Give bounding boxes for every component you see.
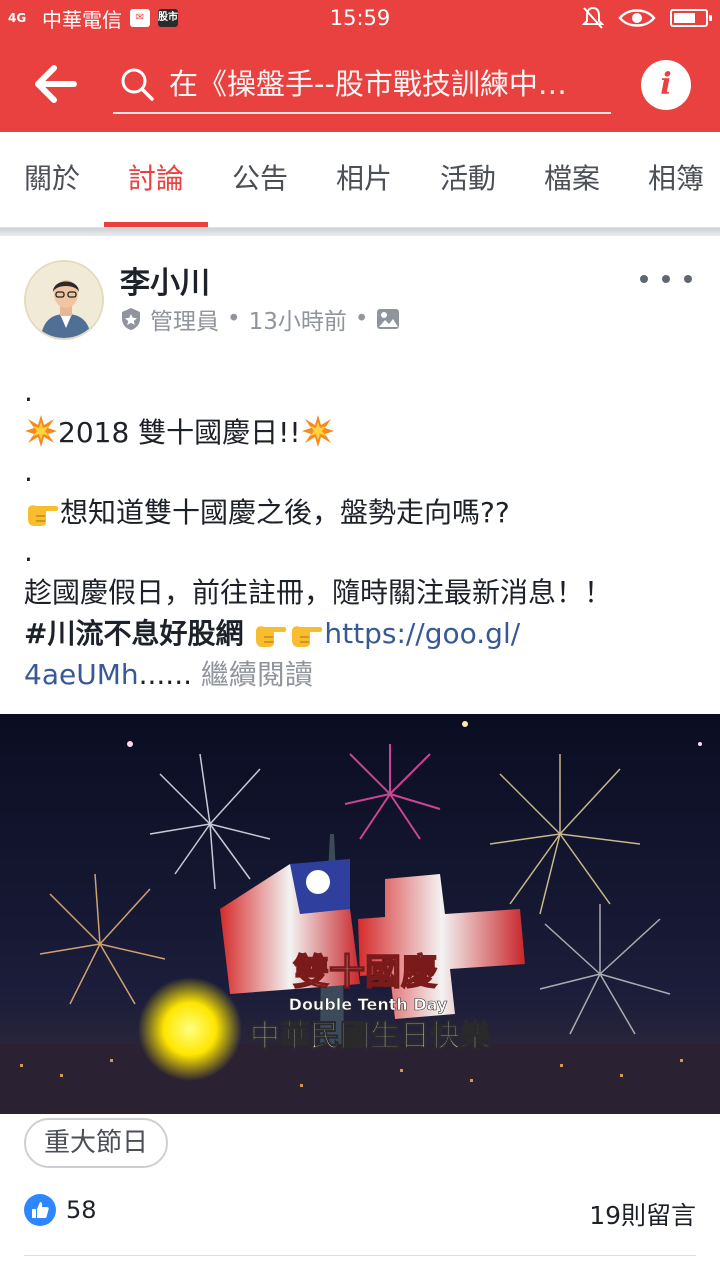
reactions-summary[interactable]: 58 bbox=[24, 1194, 97, 1226]
post-link[interactable]: https://goo.gl/ bbox=[324, 617, 520, 650]
tab-photos[interactable]: 相片 bbox=[316, 132, 412, 227]
app-header: 在《操盤手--股市戰技訓練中… i bbox=[0, 36, 720, 132]
text-line: . bbox=[24, 455, 33, 488]
meta-separator: • bbox=[354, 306, 369, 332]
tab-discussion[interactable]: 討論 bbox=[104, 132, 208, 227]
tab-about[interactable]: 關於 bbox=[4, 132, 100, 227]
fireworks-image: 雙十國慶 Double Tenth Day 中華民國生日快樂 bbox=[0, 714, 720, 1114]
tabs-shadow bbox=[0, 228, 720, 236]
search-placeholder: 在《操盤手--股市戰技訓練中… bbox=[169, 67, 567, 101]
more-icon bbox=[684, 275, 692, 283]
text-line: 趁國慶假日，前往註冊，隨時關注最新消息！！ bbox=[24, 576, 613, 609]
image-subtitle-text: Double Tenth Day bbox=[289, 995, 448, 1014]
post-timestamp[interactable]: 13小時前 bbox=[249, 302, 347, 336]
back-arrow-icon bbox=[35, 65, 77, 103]
info-button[interactable]: i bbox=[641, 60, 691, 110]
back-button[interactable] bbox=[30, 64, 82, 104]
tab-files[interactable]: 檔案 bbox=[524, 132, 620, 227]
more-options-button[interactable] bbox=[640, 264, 692, 294]
post-text: . 2018 雙十國慶日!! . 想知道雙十國慶之後，盤勢走向嗎?? . 趁國慶… bbox=[24, 372, 700, 695]
post-headline: 2018 雙十國慶日!! bbox=[58, 416, 301, 449]
status-right bbox=[582, 0, 712, 36]
more-icon bbox=[640, 275, 648, 283]
group-search-bar[interactable]: 在《操盤手--股市戰技訓練中… bbox=[113, 56, 611, 114]
image-title-text: 雙十國慶 bbox=[293, 952, 437, 993]
author-photo bbox=[26, 262, 102, 338]
search-icon bbox=[121, 68, 154, 101]
text-line: . bbox=[24, 375, 33, 408]
avatar[interactable] bbox=[24, 260, 104, 340]
explosion-emoji bbox=[25, 415, 57, 447]
group-tabs: 關於 討論 公告 相片 活動 檔案 相簿 bbox=[0, 132, 720, 228]
active-tab-indicator bbox=[104, 222, 208, 227]
pointing-hand-emoji bbox=[292, 626, 323, 647]
tab-events[interactable]: 活動 bbox=[420, 132, 516, 227]
comment-count[interactable]: 19則留言 bbox=[589, 1196, 696, 1232]
status-bar: 4G 中華電信 ✉ 股市 15:59 bbox=[0, 0, 720, 36]
author-role: 管理員 bbox=[150, 309, 219, 335]
text-line: 4aeUMh...... 繼續閱讀 bbox=[24, 654, 700, 695]
text-line: . bbox=[24, 535, 33, 568]
like-icon bbox=[24, 1194, 56, 1226]
explosion-emoji bbox=[301, 415, 334, 447]
photo-icon bbox=[377, 309, 400, 329]
image-caption-text: 中華民國生日快樂 bbox=[250, 1019, 491, 1054]
divider bbox=[24, 1255, 696, 1256]
text-line: 想知道雙十國慶之後，盤勢走向嗎?? bbox=[24, 492, 700, 532]
see-more-link[interactable]: 繼續閱讀 bbox=[201, 658, 313, 691]
eye-icon bbox=[618, 9, 656, 27]
author-name[interactable]: 李小川 bbox=[120, 258, 210, 302]
meta-separator: • bbox=[227, 306, 241, 332]
more-icon bbox=[662, 275, 670, 283]
bell-muted-icon bbox=[582, 6, 604, 29]
text-line: #川流不息好股網 https://goo.gl/ bbox=[24, 613, 700, 654]
battery-level bbox=[674, 13, 695, 23]
text-line: 2018 雙十國慶日!! bbox=[24, 412, 700, 452]
like-count: 58 bbox=[66, 1196, 97, 1224]
feed-post: 李小川 管理員 • 13小時前 • . 2018 雙十國慶日!! . 想知道雙十… bbox=[0, 236, 720, 1280]
post-meta: 管理員 • 13小時前 • bbox=[120, 302, 400, 336]
post-link-continued[interactable]: 4aeUMh bbox=[24, 658, 139, 691]
battery-icon bbox=[670, 9, 712, 27]
pointing-hand-emoji bbox=[256, 626, 287, 647]
tab-albums[interactable]: 相簿 bbox=[628, 132, 720, 227]
post-question: 想知道雙十國慶之後，盤勢走向嗎?? bbox=[60, 496, 510, 529]
hashtag-link[interactable]: #川流不息好股網 bbox=[24, 617, 243, 650]
tab-announcements[interactable]: 公告 bbox=[212, 132, 308, 227]
topic-tag[interactable]: 重大節日 bbox=[24, 1118, 169, 1168]
post-image[interactable]: 雙十國慶 Double Tenth Day 中華民國生日快樂 bbox=[0, 714, 720, 1114]
text-ellipsis: ...... bbox=[138, 658, 193, 691]
pointing-hand-emoji bbox=[28, 505, 59, 526]
shield-icon bbox=[122, 308, 140, 330]
